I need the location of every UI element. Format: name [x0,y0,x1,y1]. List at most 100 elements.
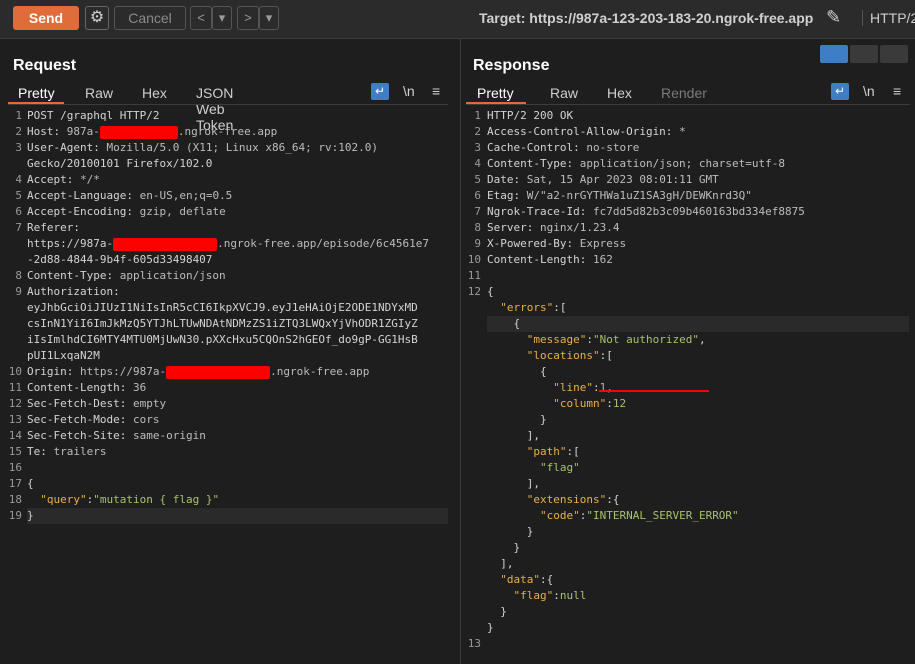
tab-pretty[interactable]: Pretty [10,85,63,101]
header-value: no-store [586,141,640,154]
json-token: null [559,589,587,602]
wrap-icon[interactable]: ↵ [371,83,389,100]
code-line: Gecko/20100101 Firefox/102.0 [27,156,448,172]
header-name: X-Powered-By: [487,237,580,250]
json-token: } [487,541,521,554]
header-value: 162 [592,253,613,266]
header-value: fc7dd5d82b3c09b460163bd334ef8875 [592,205,805,218]
code-text: Gecko/20100101 Firefox/102.0 [27,157,213,170]
protocol-selector[interactable]: HTTP/2 [862,10,915,26]
header-name: Authorization: [27,285,127,298]
header-value: en-US,en;q=0.5 [139,189,233,202]
line-number: 19 [8,509,22,522]
code-line: Accept-Encoding: gzip, deflate [27,204,448,220]
newline-icon[interactable]: \n [863,83,875,99]
line-number: 18 [8,493,22,506]
back-history-dropdown[interactable]: ▾ [212,6,232,30]
forward-history-dropdown[interactable]: ▾ [259,6,279,30]
line-number [459,508,481,524]
code-text: .ngrok-free.app/episode/6c4561e7 [217,237,430,250]
back-button[interactable]: < [190,6,212,30]
tab-hex[interactable]: Hex [134,85,175,101]
tab-pretty[interactable]: Pretty [469,85,522,101]
line-number: 8 [474,221,481,234]
line-number [0,332,22,348]
code-line: "path":[ [487,444,909,460]
gear-icon[interactable]: ⚙ [85,6,109,30]
line-number: 6 [474,189,481,202]
code-text: POST /graphql HTTP/2 [27,109,160,122]
code-line: POST /graphql HTTP/2 [27,108,448,124]
code-line: ], [487,556,909,572]
code-text: -2d88-4844-9b4f-605d33498407 [27,253,213,266]
code-line: "query":"mutation { flag }" [27,492,448,508]
header-value: empty [132,397,167,410]
menu-icon[interactable]: ≡ [432,83,440,99]
redaction-mark [113,237,218,251]
header-value: 987a- [66,125,100,138]
send-button[interactable]: Send [13,6,79,30]
json-token: "INTERNAL_SERVER_ERROR" [586,509,739,522]
cancel-button[interactable]: Cancel [114,6,186,30]
tab-raw[interactable]: Raw [77,85,121,101]
code-line: Cache-Control: no-store [487,140,909,156]
line-number [459,588,481,604]
code-line: Authorization: [27,284,448,300]
code-line: { [487,284,909,300]
request-editor[interactable]: POST /graphql HTTP/2 Host: 987a- .ngrok-fr… [27,108,448,524]
header-value: .ngrok-free.app [177,125,278,138]
code-line: } [487,620,909,636]
layout-tabs-icon[interactable] [880,45,908,63]
code-text: pUI1LxqaN2M [27,349,100,362]
header-name: Etag: [487,189,527,202]
header-value: Sat, 15 Apr 2023 08:01:11 GMT [526,173,719,186]
response-editor[interactable]: HTTP/2 200 OK Access-Control-Allow-Origin… [487,108,909,652]
header-value: Express [579,237,627,250]
code-line: pUI1LxqaN2M [27,348,448,364]
header-value: application/json [119,269,226,282]
json-token: , [698,333,706,346]
code-line: https://987a- .ngrok-free.app/episode/6c4… [27,236,448,252]
forward-button[interactable]: > [237,6,259,30]
line-number: 8 [15,269,22,282]
line-number: 2 [15,125,22,138]
line-number [459,556,481,572]
header-name: Content-Length: [487,253,593,266]
code-line: } [27,508,448,524]
line-number [459,316,481,332]
json-token: "errors" [500,301,554,314]
json-token: : [606,397,613,410]
code-line: Access-Control-Allow-Origin: * [487,124,909,140]
json-token: : [553,589,560,602]
line-number: 10 [8,365,22,378]
code-line: iIsImlhdCI6MTY4MTU0MjUwN30.pXXcHxu5CQOnS… [27,332,448,348]
header-name: Accept: [27,173,80,186]
code-line: csInN1YiI6ImJkMzQ5YTJhLTUwNDAtNDMzZS1iZT… [27,316,448,332]
line-number: 3 [15,141,22,154]
line-number [459,380,481,396]
header-value: cors [132,413,160,426]
code-line: Accept: */* [27,172,448,188]
header-value: nginx/1.23.4 [539,221,620,234]
newline-icon[interactable]: \n [403,83,415,99]
tab-raw[interactable]: Raw [542,85,586,101]
header-name: Content-Type: [487,157,580,170]
pencil-icon[interactable]: ✎ [826,7,841,28]
json-token: : [592,381,600,394]
request-pane: Request Pretty Raw Hex JSON Web Token ↵ … [0,39,460,664]
layout-stacked-icon[interactable] [850,45,878,63]
tab-divider [466,104,910,105]
wrap-icon[interactable]: ↵ [831,83,849,100]
tab-hex[interactable]: Hex [599,85,640,101]
layout-side-by-side-icon[interactable] [820,45,848,63]
code-line: { [487,316,909,332]
menu-icon[interactable]: ≡ [893,83,901,99]
line-number: 10 [467,253,481,266]
response-pane: Response Pretty Raw Hex Render ↵ \n ≡ 12… [461,39,915,664]
